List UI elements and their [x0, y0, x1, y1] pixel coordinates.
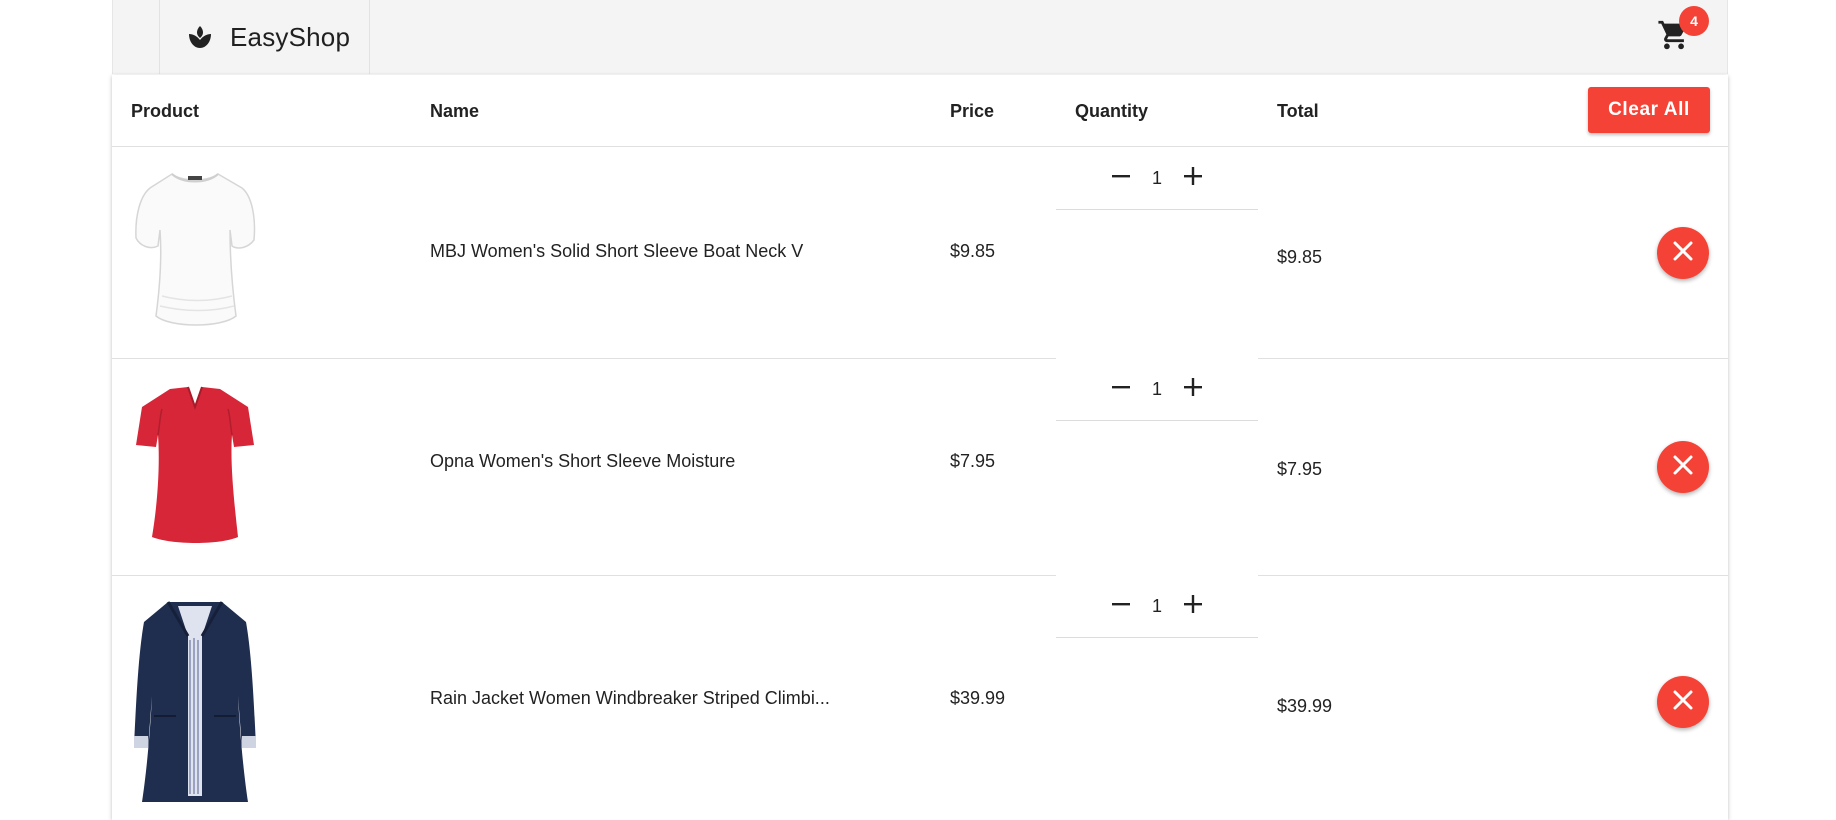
cart-table: Product Name Price Quantity Total Clear …	[112, 75, 1728, 820]
header-product: Product	[131, 101, 200, 121]
product-price: $39.99	[950, 688, 1006, 708]
row-total: $9.85	[1277, 247, 1323, 267]
quantity-value: 1	[1151, 168, 1162, 188]
plus-icon	[1182, 593, 1204, 620]
increase-quantity-button[interactable]	[1175, 589, 1211, 625]
header-name: Name	[430, 101, 480, 121]
minus-icon	[1110, 593, 1132, 620]
remove-item-button[interactable]	[1657, 441, 1709, 493]
decrease-quantity-button[interactable]	[1103, 161, 1139, 197]
close-icon	[1672, 454, 1694, 481]
top-app-bar: EasyShop 4	[112, 0, 1728, 74]
page-container: EasyShop 4 Product Name Price Quantity T…	[112, 0, 1728, 820]
product-image-navy-jacket	[130, 596, 260, 812]
leaf-logo-icon	[186, 23, 214, 51]
table-row: Opna Women's Short Sleeve Moisture $7.95…	[112, 359, 1728, 575]
increase-quantity-button[interactable]	[1175, 372, 1211, 408]
product-name: MBJ Women's Solid Short Sleeve Boat Neck…	[430, 241, 804, 261]
brand[interactable]: EasyShop	[159, 0, 370, 74]
quantity-value: 1	[1151, 596, 1162, 616]
product-price: $7.95	[950, 451, 996, 471]
product-price: $9.85	[950, 241, 996, 261]
row-total: $39.99	[1277, 696, 1333, 716]
close-icon	[1672, 689, 1694, 716]
close-icon	[1672, 240, 1694, 267]
minus-icon	[1110, 165, 1132, 192]
increase-quantity-button[interactable]	[1175, 161, 1211, 197]
table-row: Rain Jacket Women Windbreaker Striped Cl…	[112, 576, 1728, 820]
product-image-red-tshirt	[130, 383, 260, 547]
header-price: Price	[950, 101, 995, 121]
header-total: Total	[1277, 101, 1319, 121]
minus-icon	[1110, 376, 1132, 403]
quantity-stepper: 1	[1056, 148, 1258, 210]
table-header: Product Name Price Quantity Total Clear …	[112, 75, 1728, 147]
product-name: Opna Women's Short Sleeve Moisture	[430, 451, 736, 471]
cart-count-badge: 4	[1679, 6, 1709, 36]
cart-icon	[1657, 20, 1691, 56]
decrease-quantity-button[interactable]	[1103, 589, 1139, 625]
quantity-stepper: 1	[1056, 576, 1258, 638]
plus-icon	[1182, 165, 1204, 192]
product-name: Rain Jacket Women Windbreaker Striped Cl…	[430, 688, 830, 708]
clear-all-button[interactable]: Clear All	[1588, 87, 1710, 133]
quantity-value: 1	[1151, 379, 1162, 399]
quantity-stepper: 1	[1056, 359, 1258, 421]
row-total: $7.95	[1277, 459, 1323, 479]
product-image-white-tshirt	[130, 166, 260, 336]
header-quantity: Quantity	[1075, 101, 1149, 121]
table-row: MBJ Women's Solid Short Sleeve Boat Neck…	[112, 148, 1728, 358]
plus-icon	[1182, 376, 1204, 403]
brand-name: EasyShop	[230, 21, 351, 52]
remove-item-button[interactable]	[1657, 227, 1709, 279]
remove-item-button[interactable]	[1657, 676, 1709, 728]
decrease-quantity-button[interactable]	[1103, 372, 1139, 408]
